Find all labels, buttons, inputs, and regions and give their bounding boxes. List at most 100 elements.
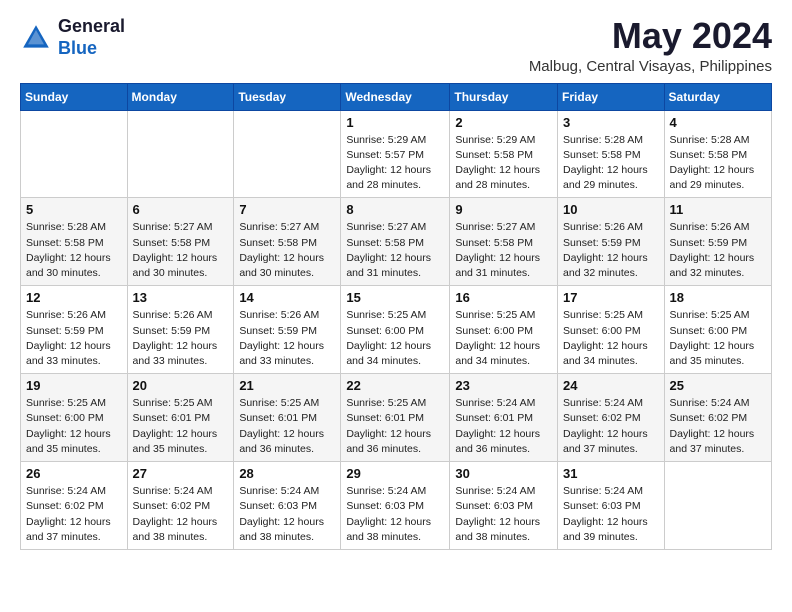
cell-info: Sunrise: 5:24 AM Sunset: 6:02 PM Dayligh… bbox=[26, 484, 122, 545]
table-row: 17 Sunrise: 5:25 AM Sunset: 6:00 PM Dayli… bbox=[558, 286, 665, 374]
header-wednesday: Wednesday bbox=[341, 83, 450, 110]
cell-info: Sunrise: 5:25 AM Sunset: 6:01 PM Dayligh… bbox=[133, 396, 229, 457]
table-row: 12 Sunrise: 5:26 AM Sunset: 5:59 PM Dayli… bbox=[21, 286, 128, 374]
page: General Blue May 2024 Malbug, Central Vi… bbox=[0, 0, 792, 566]
week-row-0: 1Sunrise: 5:29 AM Sunset: 5:57 PM Daylig… bbox=[21, 110, 772, 198]
cell-date: 10 bbox=[563, 202, 659, 217]
cell-date: 29 bbox=[346, 466, 444, 481]
logo-icon bbox=[20, 22, 52, 54]
cell-info: Sunrise: 5:24 AM Sunset: 6:02 PM Dayligh… bbox=[133, 484, 229, 545]
header-sunday: Sunday bbox=[21, 83, 128, 110]
cell-info: Sunrise: 5:27 AM Sunset: 5:58 PM Dayligh… bbox=[455, 220, 552, 281]
week-row-4: 26 Sunrise: 5:24 AM Sunset: 6:02 PM Dayli… bbox=[21, 462, 772, 550]
cell-date: 20 bbox=[133, 378, 229, 393]
table-row: 23 Sunrise: 5:24 AM Sunset: 6:01 PM Dayli… bbox=[450, 374, 558, 462]
logo: General Blue bbox=[20, 16, 125, 59]
calendar-header-row: Sunday Monday Tuesday Wednesday Thursday… bbox=[21, 83, 772, 110]
cell-date: 15 bbox=[346, 290, 444, 305]
cell-info: Sunrise: 5:25 AM Sunset: 6:00 PM Dayligh… bbox=[563, 308, 659, 369]
cell-info: Sunrise: 5:26 AM Sunset: 5:59 PM Dayligh… bbox=[239, 308, 335, 369]
header-saturday: Saturday bbox=[664, 83, 771, 110]
table-row: 2 Sunrise: 5:29 AM Sunset: 5:58 PM Daylig… bbox=[450, 110, 558, 198]
cell-date: 8 bbox=[346, 202, 444, 217]
cell-date: 19 bbox=[26, 378, 122, 393]
cell-info: Sunrise: 5:25 AM Sunset: 6:01 PM Dayligh… bbox=[239, 396, 335, 457]
table-row: 11Sunrise: 5:26 AM Sunset: 5:59 PM Dayli… bbox=[664, 198, 771, 286]
table-row: 18 Sunrise: 5:25 AM Sunset: 6:00 PM Dayli… bbox=[664, 286, 771, 374]
table-row: 29Sunrise: 5:24 AM Sunset: 6:03 PM Dayli… bbox=[341, 462, 450, 550]
header: General Blue May 2024 Malbug, Central Vi… bbox=[20, 16, 772, 75]
cell-date: 13 bbox=[133, 290, 229, 305]
cell-info: Sunrise: 5:24 AM Sunset: 6:02 PM Dayligh… bbox=[670, 396, 766, 457]
cell-date: 11 bbox=[670, 202, 766, 217]
table-row bbox=[127, 110, 234, 198]
cell-info: Sunrise: 5:25 AM Sunset: 6:00 PM Dayligh… bbox=[346, 308, 444, 369]
logo-blue: Blue bbox=[58, 38, 125, 60]
cell-info: Sunrise: 5:26 AM Sunset: 5:59 PM Dayligh… bbox=[133, 308, 229, 369]
cell-date: 21 bbox=[239, 378, 335, 393]
cell-date: 14 bbox=[239, 290, 335, 305]
table-row: 4Sunrise: 5:28 AM Sunset: 5:58 PM Daylig… bbox=[664, 110, 771, 198]
table-row: 25Sunrise: 5:24 AM Sunset: 6:02 PM Dayli… bbox=[664, 374, 771, 462]
table-row: 14 Sunrise: 5:26 AM Sunset: 5:59 PM Dayli… bbox=[234, 286, 341, 374]
cell-date: 12 bbox=[26, 290, 122, 305]
cell-date: 28 bbox=[239, 466, 335, 481]
cell-date: 9 bbox=[455, 202, 552, 217]
table-row: 28 Sunrise: 5:24 AM Sunset: 6:03 PM Dayli… bbox=[234, 462, 341, 550]
table-row: 13 Sunrise: 5:26 AM Sunset: 5:59 PM Dayli… bbox=[127, 286, 234, 374]
table-row: 22 Sunrise: 5:25 AM Sunset: 6:01 PM Dayli… bbox=[341, 374, 450, 462]
cell-info: Sunrise: 5:29 AM Sunset: 5:58 PM Dayligh… bbox=[455, 133, 552, 194]
table-row: 16Sunrise: 5:25 AM Sunset: 6:00 PM Dayli… bbox=[450, 286, 558, 374]
cell-info: Sunrise: 5:25 AM Sunset: 6:00 PM Dayligh… bbox=[455, 308, 552, 369]
title-block: May 2024 Malbug, Central Visayas, Philip… bbox=[529, 16, 772, 75]
table-row: 21 Sunrise: 5:25 AM Sunset: 6:01 PM Dayli… bbox=[234, 374, 341, 462]
cell-date: 2 bbox=[455, 115, 552, 130]
cell-date: 31 bbox=[563, 466, 659, 481]
table-row: 26 Sunrise: 5:24 AM Sunset: 6:02 PM Dayli… bbox=[21, 462, 128, 550]
table-row: 15 Sunrise: 5:25 AM Sunset: 6:00 PM Dayli… bbox=[341, 286, 450, 374]
calendar-subtitle: Malbug, Central Visayas, Philippines bbox=[529, 58, 772, 75]
cell-info: Sunrise: 5:28 AM Sunset: 5:58 PM Dayligh… bbox=[26, 220, 122, 281]
cell-date: 24 bbox=[563, 378, 659, 393]
cell-date: 6 bbox=[133, 202, 229, 217]
cell-info: Sunrise: 5:24 AM Sunset: 6:03 PM Dayligh… bbox=[239, 484, 335, 545]
cell-date: 7 bbox=[239, 202, 335, 217]
cell-date: 22 bbox=[346, 378, 444, 393]
cell-date: 18 bbox=[670, 290, 766, 305]
cell-info: Sunrise: 5:24 AM Sunset: 6:03 PM Dayligh… bbox=[455, 484, 552, 545]
cell-info: Sunrise: 5:24 AM Sunset: 6:03 PM Dayligh… bbox=[563, 484, 659, 545]
table-row: 5Sunrise: 5:28 AM Sunset: 5:58 PM Daylig… bbox=[21, 198, 128, 286]
table-row: 1Sunrise: 5:29 AM Sunset: 5:57 PM Daylig… bbox=[341, 110, 450, 198]
cell-date: 17 bbox=[563, 290, 659, 305]
cell-info: Sunrise: 5:26 AM Sunset: 5:59 PM Dayligh… bbox=[26, 308, 122, 369]
calendar-title: May 2024 bbox=[529, 16, 772, 56]
table-row bbox=[664, 462, 771, 550]
header-monday: Monday bbox=[127, 83, 234, 110]
cell-date: 1 bbox=[346, 115, 444, 130]
cell-date: 26 bbox=[26, 466, 122, 481]
cell-info: Sunrise: 5:26 AM Sunset: 5:59 PM Dayligh… bbox=[563, 220, 659, 281]
table-row bbox=[234, 110, 341, 198]
table-row: 27Sunrise: 5:24 AM Sunset: 6:02 PM Dayli… bbox=[127, 462, 234, 550]
week-row-3: 19 Sunrise: 5:25 AM Sunset: 6:00 PM Dayli… bbox=[21, 374, 772, 462]
cell-info: Sunrise: 5:25 AM Sunset: 6:00 PM Dayligh… bbox=[670, 308, 766, 369]
cell-info: Sunrise: 5:25 AM Sunset: 6:01 PM Dayligh… bbox=[346, 396, 444, 457]
table-row: 24 Sunrise: 5:24 AM Sunset: 6:02 PM Dayli… bbox=[558, 374, 665, 462]
cell-info: Sunrise: 5:27 AM Sunset: 5:58 PM Dayligh… bbox=[133, 220, 229, 281]
cell-info: Sunrise: 5:24 AM Sunset: 6:01 PM Dayligh… bbox=[455, 396, 552, 457]
cell-info: Sunrise: 5:25 AM Sunset: 6:00 PM Dayligh… bbox=[26, 396, 122, 457]
cell-info: Sunrise: 5:28 AM Sunset: 5:58 PM Dayligh… bbox=[670, 133, 766, 194]
table-row bbox=[21, 110, 128, 198]
cell-info: Sunrise: 5:28 AM Sunset: 5:58 PM Dayligh… bbox=[563, 133, 659, 194]
cell-info: Sunrise: 5:27 AM Sunset: 5:58 PM Dayligh… bbox=[346, 220, 444, 281]
logo-text: General Blue bbox=[58, 16, 125, 59]
cell-info: Sunrise: 5:27 AM Sunset: 5:58 PM Dayligh… bbox=[239, 220, 335, 281]
table-row: 31 Sunrise: 5:24 AM Sunset: 6:03 PM Dayli… bbox=[558, 462, 665, 550]
week-row-2: 12 Sunrise: 5:26 AM Sunset: 5:59 PM Dayli… bbox=[21, 286, 772, 374]
cell-date: 23 bbox=[455, 378, 552, 393]
table-row: 3Sunrise: 5:28 AM Sunset: 5:58 PM Daylig… bbox=[558, 110, 665, 198]
table-row: 9 Sunrise: 5:27 AM Sunset: 5:58 PM Daylig… bbox=[450, 198, 558, 286]
logo-general: General bbox=[58, 16, 125, 38]
table-row: 8 Sunrise: 5:27 AM Sunset: 5:58 PM Daylig… bbox=[341, 198, 450, 286]
cell-info: Sunrise: 5:24 AM Sunset: 6:02 PM Dayligh… bbox=[563, 396, 659, 457]
